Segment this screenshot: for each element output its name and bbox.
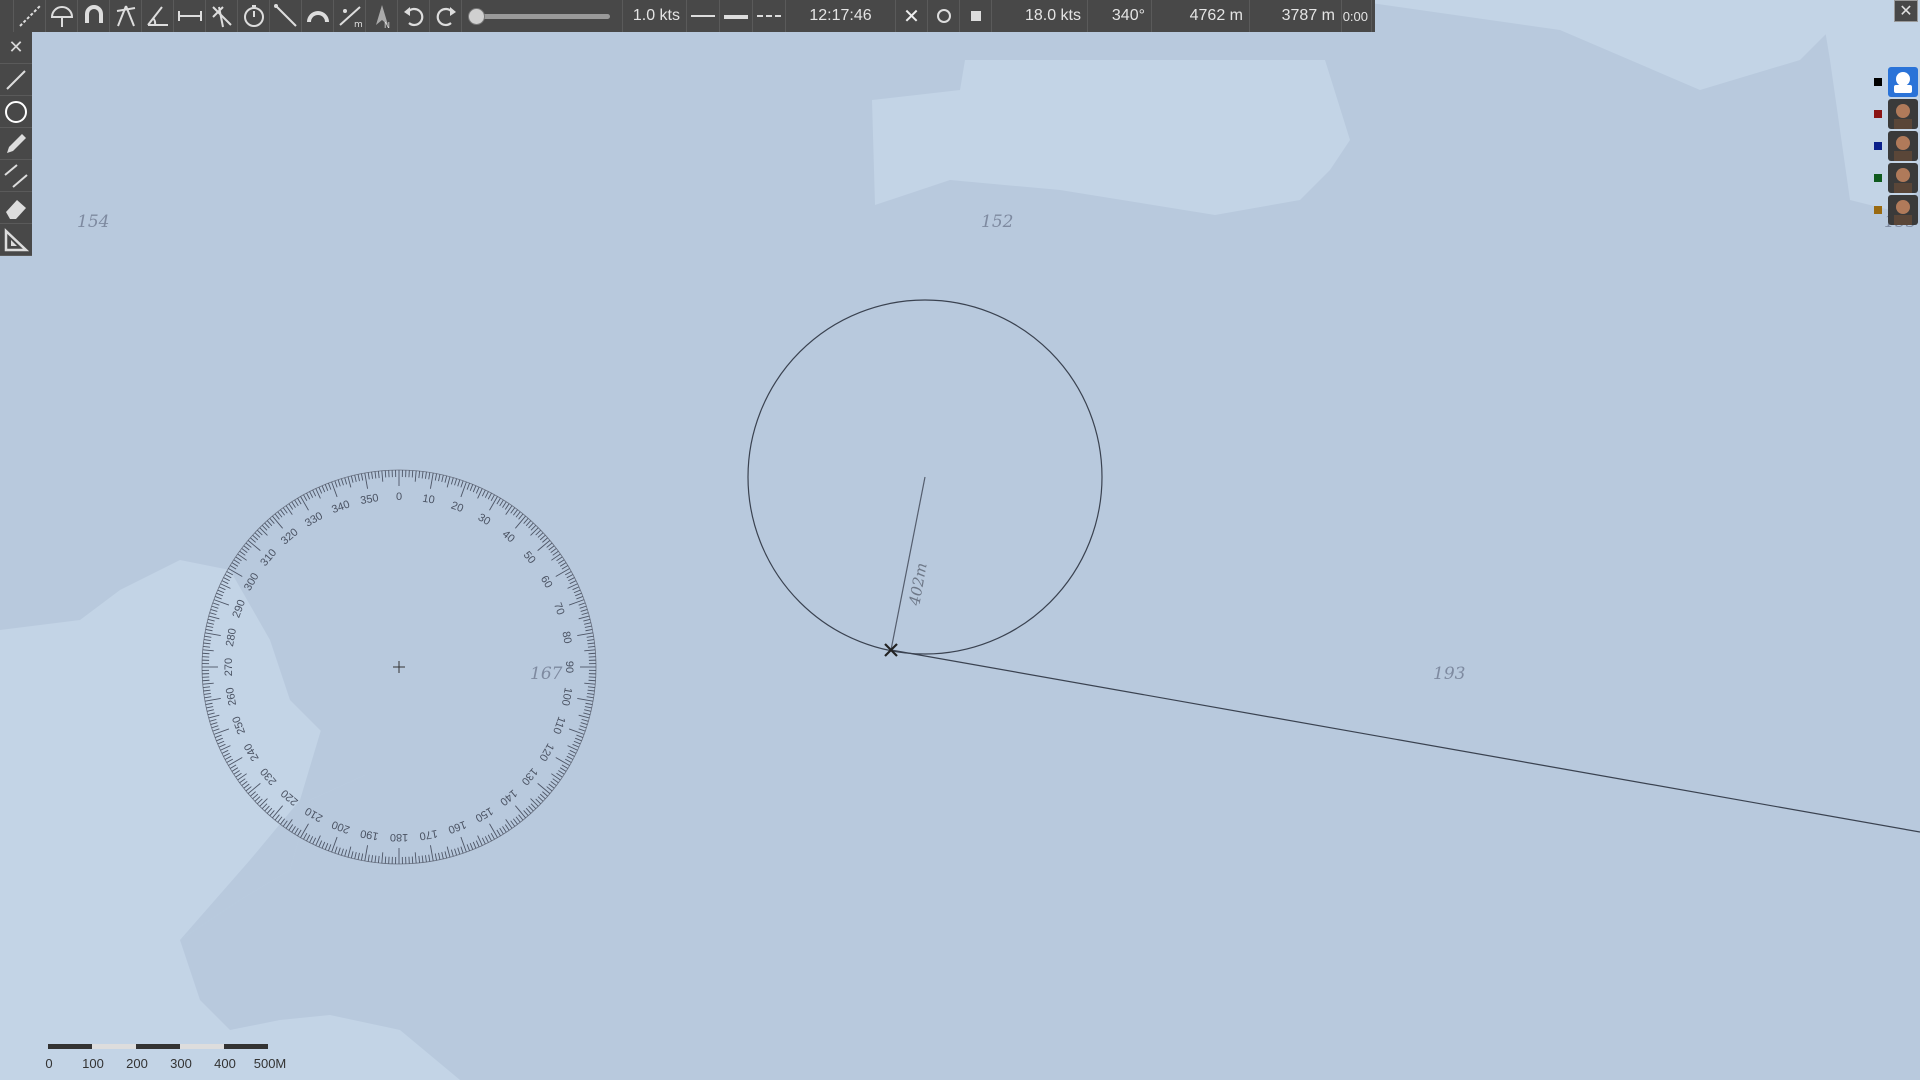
compass-degree-label: 0 xyxy=(396,491,402,503)
triangulation-icon[interactable] xyxy=(206,0,238,32)
redo-icon[interactable] xyxy=(430,0,462,32)
player-list xyxy=(1874,66,1918,226)
grid-label-193: 193 xyxy=(1433,664,1466,684)
half-protractor-icon[interactable] xyxy=(302,0,334,32)
player-color-swatch xyxy=(1874,174,1882,182)
parallel-lines-icon[interactable] xyxy=(0,160,32,192)
player-avatar xyxy=(1888,195,1918,225)
player-entry[interactable] xyxy=(1874,130,1918,162)
triangle-ruler-icon[interactable] xyxy=(0,224,32,256)
scale-bar-segment xyxy=(136,1044,180,1049)
compass-degree-label: 80 xyxy=(559,630,573,644)
svg-text:N: N xyxy=(384,21,390,29)
scale-tick-label: 400 xyxy=(214,1056,236,1071)
scale-tick-label: 0 xyxy=(45,1056,53,1071)
player-color-swatch xyxy=(1874,110,1882,118)
line-measure-icon[interactable] xyxy=(270,0,302,32)
clear-button[interactable]: ✕ xyxy=(896,0,928,32)
measure-distance-icon[interactable] xyxy=(174,0,206,32)
line-tool-icon[interactable] xyxy=(0,64,32,96)
eraser-icon[interactable] xyxy=(0,192,32,224)
grid-label-154: 154 xyxy=(77,212,110,232)
distance-a-readout: 4762 m xyxy=(1152,0,1250,32)
toolbar-grip xyxy=(0,0,14,32)
scale-bar-segment xyxy=(92,1044,136,1049)
line-style-solid-thick[interactable] xyxy=(720,0,753,32)
top-toolbar: m N 1.0 kts 12:17:46 ✕ 18.0 kts 340° 476… xyxy=(0,0,1375,32)
left-toolbar: ✕ xyxy=(0,32,32,256)
undo-icon[interactable] xyxy=(398,0,430,32)
speed-slider[interactable] xyxy=(462,0,623,32)
player-avatar xyxy=(1888,131,1918,161)
svg-text:m: m xyxy=(354,20,363,29)
compass-degree-label: 180 xyxy=(390,831,408,843)
compass-degree-label: 90 xyxy=(563,661,575,673)
scale-tick-label: 500M xyxy=(253,1056,287,1071)
grid-label-152: 152 xyxy=(981,212,1014,232)
stop-square-icon[interactable] xyxy=(960,0,992,32)
player-entry[interactable] xyxy=(1874,98,1918,130)
pencil-icon[interactable] xyxy=(0,128,32,160)
circle-tool-icon[interactable] xyxy=(0,96,32,128)
compass-degree-label: 270 xyxy=(223,658,235,676)
timer-readout: 0:00 xyxy=(1342,0,1372,32)
record-circle-icon[interactable] xyxy=(928,0,960,32)
clock-readout: 12:17:46 xyxy=(786,0,896,32)
compass-drawing-icon[interactable] xyxy=(110,0,142,32)
scale-bar-segment xyxy=(180,1044,224,1049)
player-color-swatch xyxy=(1874,142,1882,150)
speed-readout: 1.0 kts xyxy=(623,0,687,32)
scale-tick-label: 300 xyxy=(170,1056,192,1071)
protractor-icon[interactable] xyxy=(46,0,78,32)
tactical-map[interactable]: 402m 0 10 20304050607080901001101201301401… xyxy=(0,0,1920,1080)
player-avatar xyxy=(1888,163,1918,193)
scale-bar-segment xyxy=(224,1044,268,1049)
distance-b-readout: 3787 m xyxy=(1250,0,1342,32)
player-entry[interactable] xyxy=(1874,66,1918,98)
window-close-button[interactable]: ✕ xyxy=(1894,0,1918,22)
heading-readout: 340° xyxy=(1088,0,1152,32)
north-arrow-icon[interactable]: N xyxy=(366,0,398,32)
grid-label-167: 167 xyxy=(530,664,563,684)
scale-bar-segment xyxy=(48,1044,92,1049)
magnet-icon[interactable] xyxy=(78,0,110,32)
ruler-dashed-icon[interactable] xyxy=(14,0,46,32)
angle-icon[interactable] xyxy=(142,0,174,32)
player-entry[interactable] xyxy=(1874,162,1918,194)
compass-degree-label: 10 xyxy=(421,493,435,507)
close-icon[interactable]: ✕ xyxy=(0,32,32,64)
target-speed-readout: 18.0 kts xyxy=(992,0,1088,32)
player-entry[interactable] xyxy=(1874,194,1918,226)
line-style-dashed[interactable] xyxy=(753,0,786,32)
slider-track xyxy=(474,14,610,19)
slope-icon[interactable]: m xyxy=(334,0,366,32)
player-avatar xyxy=(1888,99,1918,129)
player-color-swatch xyxy=(1874,78,1882,86)
scale-tick-label: 100 xyxy=(82,1056,104,1071)
scale-tick-label: 200 xyxy=(126,1056,148,1071)
player-avatar xyxy=(1888,67,1918,97)
stopwatch-icon[interactable] xyxy=(238,0,270,32)
slider-knob[interactable] xyxy=(468,8,485,25)
line-style-solid-thin[interactable] xyxy=(687,0,720,32)
player-color-swatch xyxy=(1874,206,1882,214)
